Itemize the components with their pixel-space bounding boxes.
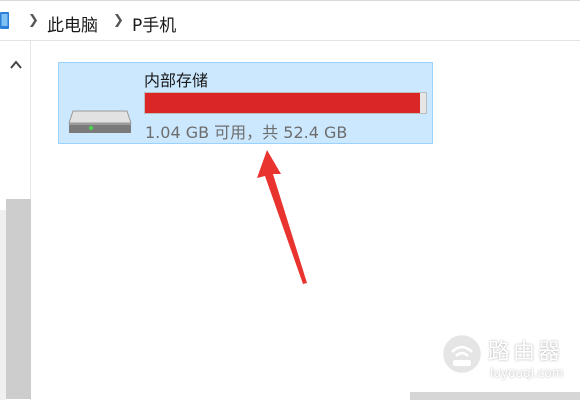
scroll-up-arrow-icon[interactable] bbox=[9, 59, 23, 71]
breadcrumb-phone[interactable]: P手机 bbox=[132, 11, 176, 36]
divider bbox=[0, 0, 580, 1]
storage-usage-bar bbox=[144, 92, 427, 114]
chevron-right-icon[interactable]: ❯ bbox=[28, 13, 39, 28]
horizontal-scrollbar[interactable] bbox=[410, 392, 580, 400]
drive-free-space: 1.04 GB 可用，共 52.4 GB bbox=[145, 123, 348, 142]
pane-edge bbox=[0, 210, 6, 400]
chevron-right-icon[interactable]: ❯ bbox=[113, 13, 124, 28]
this-pc-icon bbox=[0, 12, 9, 29]
address-bar[interactable]: ❯ 此电脑 ❯ P手机 bbox=[0, 0, 580, 41]
watermark-subtitle: luyouqi.com bbox=[490, 366, 564, 380]
breadcrumb-this-pc[interactable]: 此电脑 bbox=[47, 11, 98, 36]
annotation-arrow-icon bbox=[257, 150, 307, 284]
drive-tile-internal-storage[interactable]: 内部存储 1.04 GB 可用，共 52.4 GB bbox=[58, 62, 433, 144]
drive-icon bbox=[68, 110, 132, 133]
drive-name: 内部存储 bbox=[144, 71, 209, 90]
scrollbar-thumb[interactable] bbox=[6, 199, 31, 399]
watermark-title: 路由器 bbox=[488, 340, 564, 365]
watermark: 路由器 luyouqi.com bbox=[440, 328, 580, 392]
router-logo-icon bbox=[440, 332, 484, 376]
storage-usage-fill bbox=[145, 93, 421, 113]
